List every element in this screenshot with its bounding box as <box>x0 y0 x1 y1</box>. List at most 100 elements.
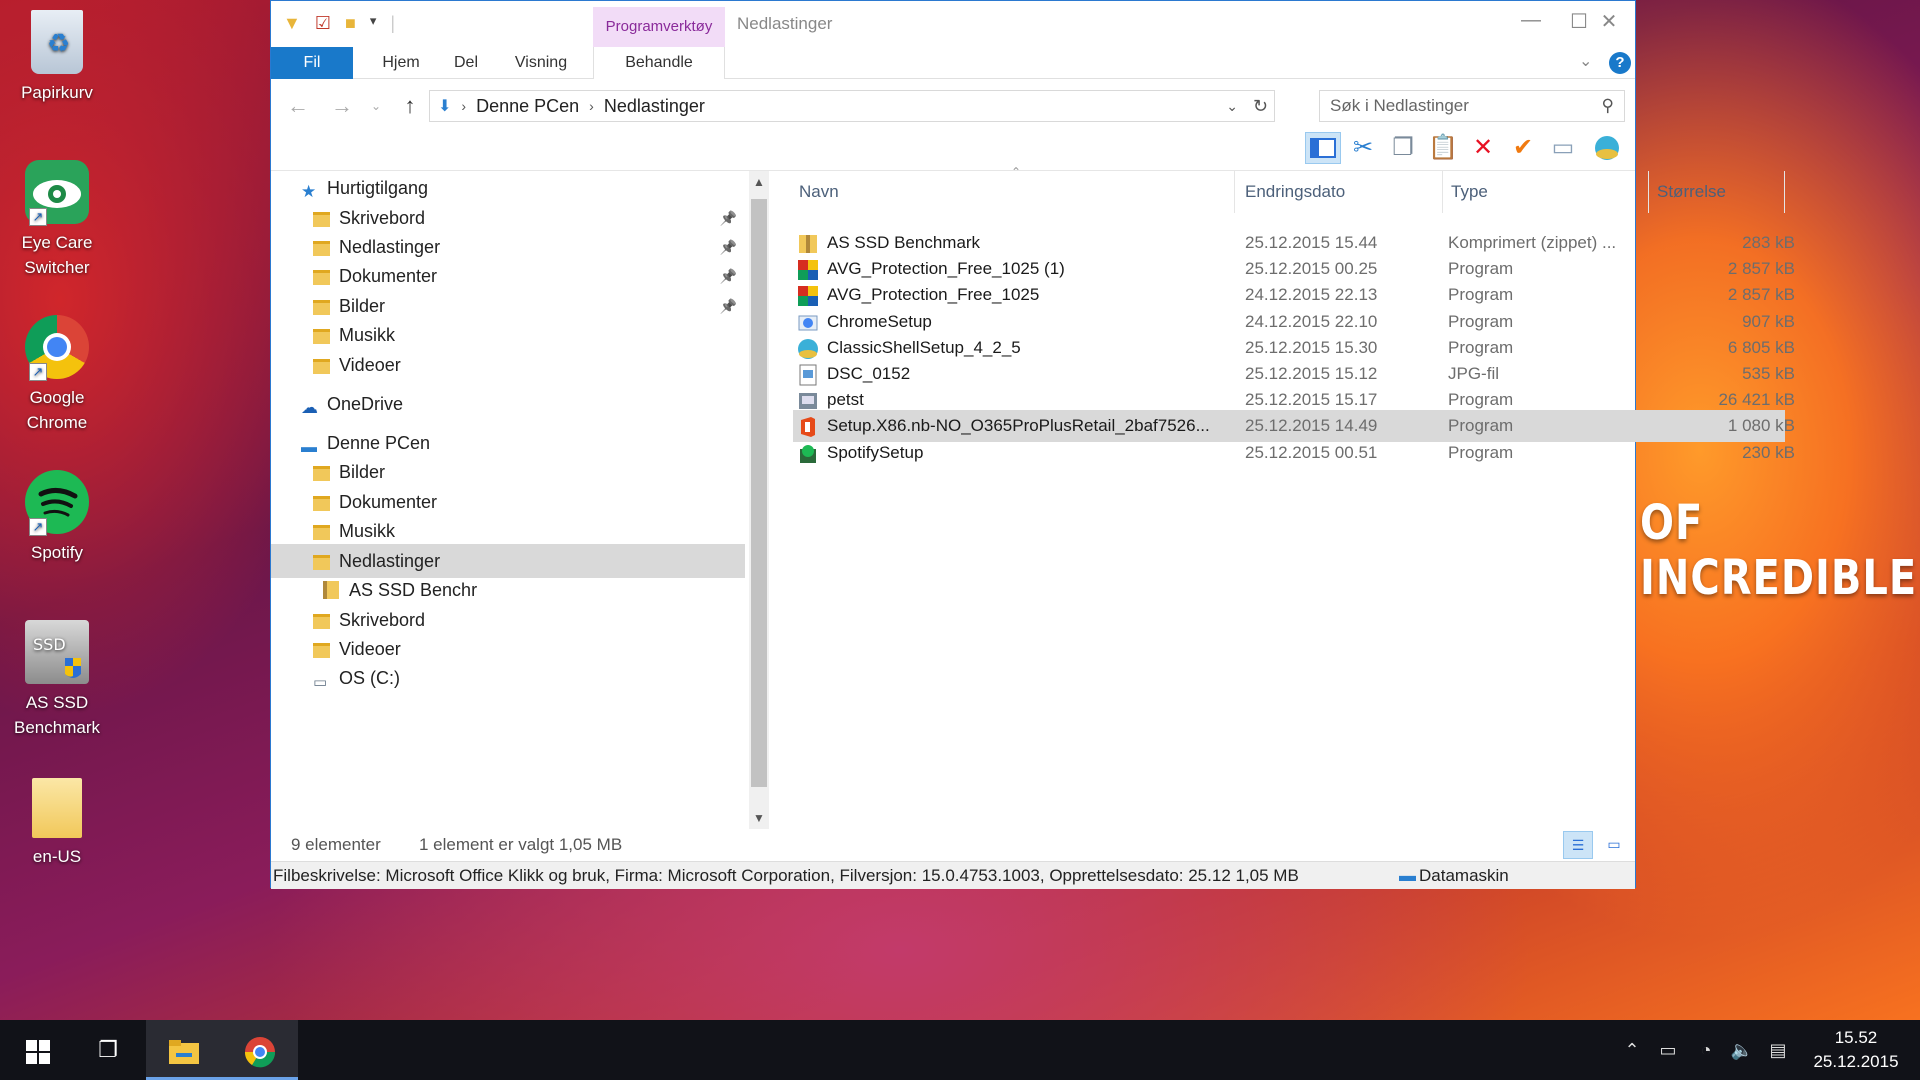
desktop-icon-spotify[interactable]: ↗ Spotify <box>8 470 106 565</box>
this-pc-icon: ▬ <box>301 439 317 456</box>
nav-item-onedrive[interactable]: ☁ OneDrive <box>271 387 745 421</box>
copy-icon[interactable]: ❐ <box>1385 132 1421 164</box>
desktop-icon-recycle-bin[interactable]: ♻ Papirkurv <box>8 10 106 105</box>
nav-item-musikk[interactable]: Musikk <box>271 318 745 352</box>
recent-locations-icon[interactable]: ⌄ <box>361 99 391 113</box>
ribbon-tabs: Fil Hjem Del Visning Behandle ⌄ ? <box>271 47 1635 79</box>
command-toolbar: ✂ ❐ 📋 ✕ ✔ ▭ <box>271 125 1635 171</box>
folder-icon <box>313 458 331 481</box>
folder-icon <box>313 321 331 344</box>
shell-globe-icon[interactable] <box>1589 132 1625 164</box>
action-center-icon[interactable]: ▤ <box>1760 1020 1796 1080</box>
zip-folder-icon <box>323 576 341 599</box>
title-bar: ▼ ☑ ■ ▾ | Programverktøy Nedlastinger — … <box>271 1 1635 47</box>
close-button[interactable]: ✕ <box>1583 9 1635 34</box>
nav-item-videoer[interactable]: Videoer <box>271 348 745 382</box>
nav-scrollbar-thumb[interactable] <box>751 199 767 787</box>
up-arrow-icon[interactable]: ↑ <box>395 93 425 119</box>
shortcut-arrow-icon: ↗ <box>29 208 47 226</box>
desktop-icon-en-us[interactable]: en-US <box>8 778 106 869</box>
nav-item-label: Musikk <box>339 325 396 345</box>
desktop-icon-label: Eye Care Switcher <box>21 233 93 277</box>
security-zone: Datamaskin <box>1419 866 1509 885</box>
nav-item-dokumenter[interactable]: Dokumenter 📌 <box>271 259 745 293</box>
file-list: ⌃ Navn Endringsdato Type Størrelse AS SS… <box>781 165 1795 829</box>
window-title: Nedlastinger <box>737 14 833 33</box>
show-hidden-icons-icon[interactable]: ⌃ <box>1614 1020 1650 1080</box>
clock[interactable]: 15.52 25.12.2015 <box>1806 1026 1906 1074</box>
details-view-icon[interactable]: ☰ <box>1563 831 1593 859</box>
file-size: 230 kB <box>1742 442 1795 462</box>
volume-icon[interactable]: 🔈 <box>1724 1020 1760 1080</box>
folder-icon <box>313 351 331 374</box>
desktop-icon-google-chrome[interactable]: ↗ Google Chrome <box>8 315 106 435</box>
paste-icon[interactable]: 📋 <box>1425 132 1461 164</box>
folder-icon <box>313 547 331 570</box>
preview-pane-icon[interactable] <box>1305 132 1341 164</box>
new-folder-icon[interactable]: ■ <box>345 13 356 34</box>
nav-item-musikk[interactable]: Musikk <box>271 514 745 548</box>
rename-check-icon[interactable]: ✔ <box>1505 132 1541 164</box>
folder-icon <box>313 606 331 629</box>
file-explorer-window: ▼ ☑ ■ ▾ | Programverktøy Nedlastinger — … <box>270 0 1795 889</box>
minimize-button[interactable]: — <box>1511 9 1551 32</box>
item-count: 9 elementer <box>291 835 381 854</box>
scroll-up-icon[interactable]: ▲ <box>753 175 765 189</box>
scroll-down-icon[interactable]: ▼ <box>753 811 765 825</box>
tab-behandle[interactable]: Behandle <box>593 47 725 79</box>
forward-arrow-icon[interactable]: → <box>327 93 357 119</box>
task-view-icon[interactable]: ❐ <box>70 1020 146 1080</box>
shortcut-arrow-icon: ↗ <box>29 363 47 381</box>
svg-text:♻: ♻ <box>47 28 70 58</box>
breadcrumb-this-pc[interactable]: Denne PCen <box>476 96 579 117</box>
large-icons-view-icon[interactable]: ▭ <box>1599 831 1629 859</box>
start-button[interactable] <box>0 1020 76 1080</box>
nav-item-bilder[interactable]: Bilder <box>271 455 745 489</box>
search-placeholder: Søk i Nedlastinger <box>1330 96 1469 115</box>
search-icon: ⚲ <box>1601 96 1614 115</box>
chrome-taskbar-icon[interactable] <box>222 1020 298 1080</box>
shortcut-arrow-icon: ↗ <box>29 518 47 536</box>
nav-item-os-c[interactable]: ▭ OS (C:) <box>271 661 745 695</box>
nav-item-label: Videoer <box>339 355 401 375</box>
column-header-name[interactable]: Navn <box>793 171 1235 213</box>
folder-down-icon[interactable]: ▼ <box>283 13 301 34</box>
desktop-icon-as-ssd-benchmark[interactable]: SSD AS SSD Benchmark <box>8 620 106 740</box>
customize-qat-icon[interactable]: ▾ <box>370 13 377 34</box>
cut-icon[interactable]: ✂ <box>1345 132 1381 164</box>
properties-icon[interactable]: ☑ <box>315 13 331 34</box>
column-header-type[interactable]: Type <box>1445 171 1649 213</box>
search-input[interactable]: Søk i Nedlastinger ⚲ <box>1319 90 1625 122</box>
nav-item-label: OS (C:) <box>339 668 400 688</box>
battery-icon[interactable]: ▭ <box>1650 1020 1686 1080</box>
help-icon[interactable]: ? <box>1609 52 1631 74</box>
column-header-size[interactable]: Størrelse <box>1651 171 1785 213</box>
tab-del[interactable]: Del <box>441 47 491 79</box>
column-header-date[interactable]: Endringsdato <box>1239 171 1443 213</box>
folder-icon <box>313 517 331 540</box>
nav-item-as-ssd-benchr[interactable]: AS SSD Benchr <box>271 573 745 607</box>
folder-icon <box>313 262 331 285</box>
refresh-icon[interactable]: ↻ <box>1253 96 1268 117</box>
properties-card-icon[interactable]: ▭ <box>1545 132 1581 164</box>
breadcrumb-downloads[interactable]: Nedlastinger <box>604 96 705 117</box>
desktop-icon-eye-care-switcher[interactable]: ↗ Eye Care Switcher <box>8 160 106 280</box>
delete-icon[interactable]: ✕ <box>1465 132 1501 164</box>
address-dropdown-icon[interactable]: ⌄ <box>1226 98 1238 115</box>
navigation-tree: ★ Hurtigtilgang Skrivebord 📌 Nedlastinger 📌 Do… <box>271 171 745 829</box>
tab-fil[interactable]: Fil <box>271 47 353 79</box>
tab-visning[interactable]: Visning <box>501 47 581 79</box>
pin-icon[interactable]: 📌 <box>720 259 737 293</box>
tab-hjem[interactable]: Hjem <box>371 47 431 79</box>
wifi-icon[interactable]: ◔ <box>1688 1020 1724 1080</box>
back-arrow-icon[interactable]: ← <box>283 93 313 119</box>
folder-icon <box>313 233 331 256</box>
nav-item-label: Bilder <box>339 462 386 482</box>
nav-item-hurtigtilgang[interactable]: ★ Hurtigtilgang <box>271 171 745 205</box>
nav-scrollbar[interactable]: ▲ ▼ <box>749 171 769 829</box>
address-bar[interactable]: ⬇ › Denne PCen › Nedlastinger ⌄ ↻ <box>429 90 1275 122</box>
file-explorer-taskbar-icon[interactable] <box>146 1020 222 1080</box>
file-row[interactable]: SpotifySetup 25.12.2015 00.51 Program 230 k… <box>793 437 1795 469</box>
desktop-icon-label: en-US <box>32 847 82 866</box>
expand-ribbon-icon[interactable]: ⌄ <box>1579 51 1592 71</box>
